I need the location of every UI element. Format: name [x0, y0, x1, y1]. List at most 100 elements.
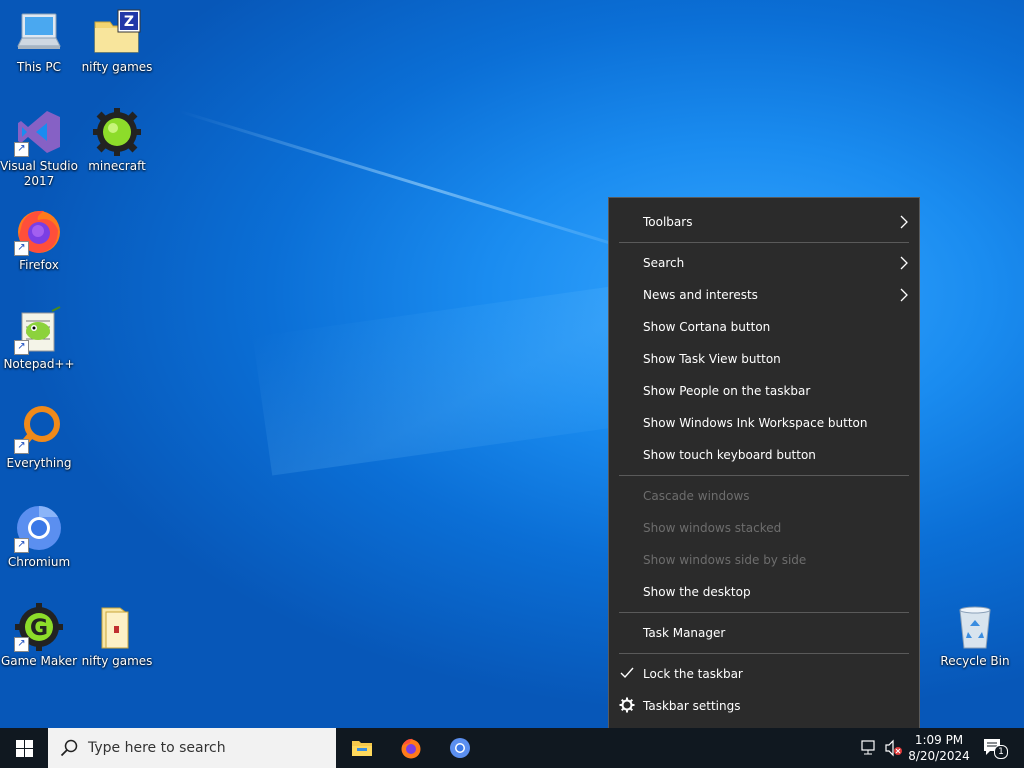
menu-separator — [619, 475, 909, 476]
desktop-icon-nifty-games-archive[interactable]: Z nifty games — [78, 4, 156, 75]
search-icon — [60, 739, 78, 757]
menu-item-show-windows-stacked: Show windows stacked — [609, 513, 919, 543]
menu-item-search[interactable]: Search — [609, 248, 919, 278]
menu-separator — [619, 653, 909, 654]
wallpaper-light-beam — [179, 110, 678, 265]
visual-studio-icon: ↗ — [14, 107, 64, 157]
menu-item-label: Toolbars — [643, 215, 693, 229]
game-maker-icon: G ↗ — [14, 602, 64, 652]
notification-center-button[interactable]: 1 — [982, 737, 1008, 762]
chromium-icon: ↗ — [14, 503, 64, 553]
desktop-icon-notepad-plus-plus[interactable]: ↗ Notepad++ — [0, 301, 78, 372]
menu-item-label: Taskbar settings — [643, 699, 741, 713]
menu-item-label: Show People on the taskbar — [643, 384, 811, 398]
menu-item-show-touch-keyboard[interactable]: Show touch keyboard button — [609, 440, 919, 470]
desktop-icon-label: Visual Studio 2017 — [0, 159, 78, 188]
archive-folder-icon: Z — [92, 8, 142, 58]
shortcut-arrow-icon: ↗ — [14, 538, 29, 553]
menu-item-show-task-view-button[interactable]: Show Task View button — [609, 344, 919, 374]
desktop-icon-recycle-bin[interactable]: Recycle Bin — [936, 598, 1014, 669]
desktop-icon-label: This PC — [17, 60, 61, 74]
menu-item-label: Show windows stacked — [643, 521, 782, 535]
taskbar-file-explorer-button[interactable] — [338, 728, 386, 768]
menu-item-show-people[interactable]: Show People on the taskbar — [609, 376, 919, 406]
menu-item-label: Show the desktop — [643, 585, 751, 599]
desktop-icon-label: minecraft — [88, 159, 146, 173]
svg-text:Z: Z — [124, 14, 134, 30]
desktop-icon-label: Firefox — [19, 258, 59, 272]
menu-item-taskbar-settings[interactable]: Taskbar settings — [609, 691, 919, 721]
file-explorer-icon — [352, 741, 372, 756]
notepad-plus-plus-icon: ↗ — [14, 305, 64, 355]
search-placeholder: Type here to search — [88, 740, 226, 756]
menu-item-label: Search — [643, 256, 685, 270]
network-icon[interactable] — [860, 739, 880, 760]
start-button[interactable] — [0, 728, 48, 768]
menu-item-toolbars[interactable]: Toolbars — [609, 207, 919, 237]
desktop-icon-chromium[interactable]: ↗ Chromium — [0, 499, 78, 570]
shortcut-arrow-icon: ↗ — [14, 142, 29, 157]
zip-folder-icon — [92, 602, 142, 652]
firefox-icon: ↗ — [14, 206, 64, 256]
chevron-right-icon — [899, 287, 909, 306]
notification-count-badge: 1 — [994, 745, 1008, 759]
menu-separator — [619, 612, 909, 613]
chevron-right-icon — [899, 214, 909, 233]
clock-date: 8/20/2024 — [908, 749, 970, 763]
chevron-right-icon — [899, 255, 909, 274]
menu-item-label: Show windows side by side — [643, 553, 807, 567]
desktop-icon-firefox[interactable]: ↗ Firefox — [0, 202, 78, 273]
menu-item-label: Task Manager — [643, 626, 726, 640]
desktop-icon-label: Everything — [6, 456, 72, 470]
desktop-icon-label: nifty games — [81, 654, 153, 668]
check-icon — [619, 665, 635, 684]
desktop-icon-label: Recycle Bin — [940, 654, 1010, 668]
shortcut-arrow-icon: ↗ — [14, 340, 29, 355]
desktop-icon-label: Notepad++ — [3, 357, 75, 371]
desktop-icon-game-maker[interactable]: G ↗ Game Maker — [0, 598, 78, 669]
desktop-icon-nifty-games-folder[interactable]: nifty games — [78, 598, 156, 669]
menu-item-news-and-interests[interactable]: News and interests — [609, 280, 919, 310]
chromium-icon — [450, 738, 470, 758]
desktop-icon-label: Chromium — [7, 555, 71, 569]
recycle-bin-icon — [950, 602, 1000, 652]
menu-item-label: Show Task View button — [643, 352, 781, 366]
menu-item-label: Lock the taskbar — [643, 667, 743, 681]
menu-item-cascade-windows: Cascade windows — [609, 481, 919, 511]
windows-logo-icon — [16, 740, 33, 757]
menu-item-label: Cascade windows — [643, 489, 750, 503]
shortcut-arrow-icon: ↗ — [14, 439, 29, 454]
menu-item-label: Show Cortana button — [643, 320, 771, 334]
taskbar-chromium-button[interactable] — [436, 728, 484, 768]
desktop-icon-visual-studio[interactable]: ↗ Visual Studio 2017 — [0, 103, 78, 189]
taskbar: Type here to search 1:09 PM 8/20/2024 1 — [0, 728, 1024, 768]
desktop-icon-everything[interactable]: ↗ Everything — [0, 400, 78, 471]
desktop-icon-label: nifty games — [81, 60, 153, 74]
minecraft-gear-icon — [92, 107, 142, 157]
menu-item-label: Show Windows Ink Workspace button — [643, 416, 868, 430]
menu-item-show-windows-ink[interactable]: Show Windows Ink Workspace button — [609, 408, 919, 438]
menu-separator — [619, 242, 909, 243]
menu-item-show-the-desktop[interactable]: Show the desktop — [609, 577, 919, 607]
menu-item-label: Show touch keyboard button — [643, 448, 816, 462]
menu-item-show-cortana-button[interactable]: Show Cortana button — [609, 312, 919, 342]
shortcut-arrow-icon: ↗ — [14, 241, 29, 256]
firefox-icon — [401, 738, 421, 759]
menu-item-label: News and interests — [643, 288, 758, 302]
taskbar-search-box[interactable]: Type here to search — [48, 728, 336, 768]
computer-icon — [14, 8, 64, 58]
desktop-icon-label: Game Maker — [0, 654, 78, 668]
gear-icon — [619, 697, 635, 716]
desktop-icon-minecraft[interactable]: minecraft — [78, 103, 156, 174]
svg-text:G: G — [30, 616, 48, 641]
clock[interactable]: 1:09 PM 8/20/2024 — [900, 732, 978, 764]
desktop-icon-this-pc[interactable]: This PC — [0, 4, 78, 75]
clock-time: 1:09 PM — [914, 733, 964, 747]
menu-item-show-windows-side-by-side: Show windows side by side — [609, 545, 919, 575]
everything-search-icon: ↗ — [14, 404, 64, 454]
shortcut-arrow-icon: ↗ — [14, 637, 29, 652]
taskbar-firefox-button[interactable] — [387, 728, 435, 768]
taskbar-context-menu: Toolbars Search News and interests Show … — [608, 197, 920, 730]
menu-item-lock-the-taskbar[interactable]: Lock the taskbar — [609, 659, 919, 689]
menu-item-task-manager[interactable]: Task Manager — [609, 618, 919, 648]
